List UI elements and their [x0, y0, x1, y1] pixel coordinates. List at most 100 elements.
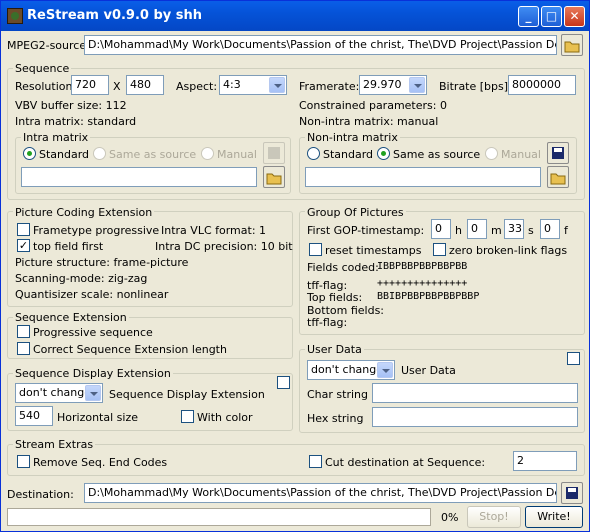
user-data-select[interactable]: don't change: [307, 360, 395, 380]
mpeg2-source-label: MPEG2-source:: [7, 39, 90, 52]
bitrate-input[interactable]: 8000000: [508, 75, 576, 95]
top-fields-value: BBIBPBBPBBPBBPBBP: [377, 291, 480, 302]
nonintra-save-icon[interactable]: [547, 142, 569, 164]
gop-title: Group Of Pictures: [305, 206, 406, 219]
nonintra-manual-label: Manual: [501, 148, 541, 161]
fields-coded-label: Fields coded:: [307, 261, 379, 274]
sde-checkbox[interactable]: [277, 376, 290, 389]
sde-title: Sequence Display Extension: [13, 367, 173, 380]
user-data-label: User Data: [401, 364, 456, 377]
stop-button[interactable]: Stop!: [467, 506, 521, 528]
top-field-checkbox[interactable]: ✓: [17, 239, 30, 252]
nonintra-matrix-input[interactable]: [305, 167, 541, 187]
correct-length-checkbox[interactable]: [17, 342, 30, 355]
frametype-label: Frametype progressive: [33, 224, 160, 237]
quant-text: Quantisizer scale: nonlinear: [15, 288, 169, 301]
intra-standard-label: Standard: [39, 148, 90, 161]
bitrate-label: Bitrate [bps]:: [439, 80, 512, 93]
cut-destination-checkbox[interactable]: [309, 455, 322, 468]
hex-string-input[interactable]: [372, 407, 578, 427]
reset-timestamps-checkbox[interactable]: [309, 243, 322, 256]
progressive-sequence-checkbox[interactable]: [17, 325, 30, 338]
char-string-input[interactable]: [372, 383, 578, 403]
progressive-sequence-label: Progressive sequence: [33, 326, 153, 339]
cut-destination-label: Cut destination at Sequence:: [325, 456, 486, 469]
intra-same-label: Same as source: [109, 148, 197, 161]
horizontal-size-input[interactable]: 540: [15, 406, 53, 426]
aspect-label: Aspect:: [176, 80, 218, 93]
sde-label: Sequence Display Extension: [109, 388, 265, 401]
dc-text: Intra DC precision: 10 bit: [155, 240, 293, 253]
tff-flag2-label: tff-flag:: [307, 316, 348, 329]
hex-string-label: Hex string: [307, 412, 364, 425]
reset-timestamps-label: reset timestamps: [325, 244, 422, 257]
intra-matrix-text: Intra matrix: standard: [15, 115, 137, 128]
gop-m-input[interactable]: 0: [467, 219, 487, 239]
intra-open-folder-icon[interactable]: [263, 166, 285, 188]
frametype-checkbox[interactable]: [17, 223, 30, 236]
tff-flag-value: +++++++++++++++: [377, 278, 468, 289]
intra-standard-radio[interactable]: [23, 147, 36, 160]
sequence-title: Sequence: [13, 62, 72, 75]
remove-end-codes-checkbox[interactable]: [17, 455, 30, 468]
vlc-text: Intra VLC format: 1: [161, 224, 267, 237]
nonintra-matrix-title: Non-intra matrix: [305, 131, 400, 144]
gop-f-input[interactable]: 0: [540, 219, 560, 239]
first-gop-label: First GOP-timestamp:: [307, 224, 425, 237]
cut-sequence-input[interactable]: 2: [513, 451, 577, 471]
intra-same-radio[interactable]: [93, 147, 106, 160]
width-input[interactable]: 720: [71, 75, 109, 95]
progress-percent: 0%: [441, 511, 459, 524]
gop-s-unit: s: [528, 224, 534, 237]
nonintra-standard-radio[interactable]: [307, 147, 320, 160]
gop-s-input[interactable]: 33: [504, 219, 524, 239]
intra-save-icon[interactable]: [263, 142, 285, 164]
vbv-text: VBV buffer size: 112: [15, 99, 127, 112]
write-button[interactable]: Write!: [525, 506, 583, 528]
intra-matrix-input[interactable]: [21, 167, 257, 187]
nonintra-matrix-text: Non-intra matrix: manual: [299, 115, 439, 128]
gop-f-unit: f: [564, 224, 568, 237]
user-data-title: User Data: [305, 343, 364, 356]
nonintra-manual-radio[interactable]: [485, 147, 498, 160]
framerate-select[interactable]: 29.970: [359, 75, 427, 95]
picture-coding-title: Picture Coding Extension: [13, 206, 155, 219]
mpeg2-source-input[interactable]: D:\Mohammad\My Work\Documents\Passion of…: [84, 35, 557, 55]
char-string-label: Char string: [307, 388, 368, 401]
x-label: X: [113, 80, 121, 93]
nonintra-same-radio[interactable]: [377, 147, 390, 160]
with-color-checkbox[interactable]: [181, 410, 194, 423]
intra-matrix-title: Intra matrix: [21, 131, 91, 144]
destination-input[interactable]: D:\Mohammad\My Work\Documents\Passion of…: [84, 483, 557, 503]
top-fields-label: Top fields:: [307, 291, 363, 304]
nonintra-same-label: Same as source: [393, 148, 481, 161]
structure-text: Picture structure: frame-picture: [15, 256, 189, 269]
open-folder-icon[interactable]: [561, 34, 583, 56]
maximize-button[interactable]: □: [541, 6, 562, 27]
destination-save-icon[interactable]: [561, 482, 583, 504]
nonintra-open-folder-icon[interactable]: [547, 166, 569, 188]
gop-h-input[interactable]: 0: [431, 219, 451, 239]
window-title: ReStream v0.9.0 by shh: [27, 8, 203, 23]
close-button[interactable]: ✕: [564, 6, 585, 27]
gop-h-unit: h: [455, 224, 462, 237]
main-window: ReStream v0.9.0 by shh _ □ ✕ MPEG2-sourc…: [0, 0, 590, 532]
top-field-label: top field first: [33, 240, 104, 253]
with-color-label: With color: [197, 411, 253, 424]
stream-extras-title: Stream Extras: [13, 438, 96, 451]
title-bar[interactable]: ReStream v0.9.0 by shh _ □ ✕: [1, 1, 589, 31]
user-data-checkbox[interactable]: [567, 352, 580, 365]
sequence-extension-title: Sequence Extension: [13, 311, 129, 324]
framerate-label: Framerate:: [299, 80, 360, 93]
minimize-button[interactable]: _: [518, 6, 539, 27]
aspect-select[interactable]: 4:3: [219, 75, 287, 95]
remove-end-codes-label: Remove Seq. End Codes: [33, 456, 168, 469]
intra-manual-radio[interactable]: [201, 147, 214, 160]
height-input[interactable]: 480: [126, 75, 164, 95]
progress-bar: [7, 508, 431, 526]
sde-select[interactable]: don't change: [15, 383, 103, 403]
zero-broken-link-checkbox[interactable]: [433, 243, 446, 256]
constrained-text: Constrained parameters: 0: [299, 99, 447, 112]
fields-coded-value: IBBPBBPBBPBBPBB: [377, 261, 468, 272]
scanning-text: Scanning-mode: zig-zag: [15, 272, 148, 285]
